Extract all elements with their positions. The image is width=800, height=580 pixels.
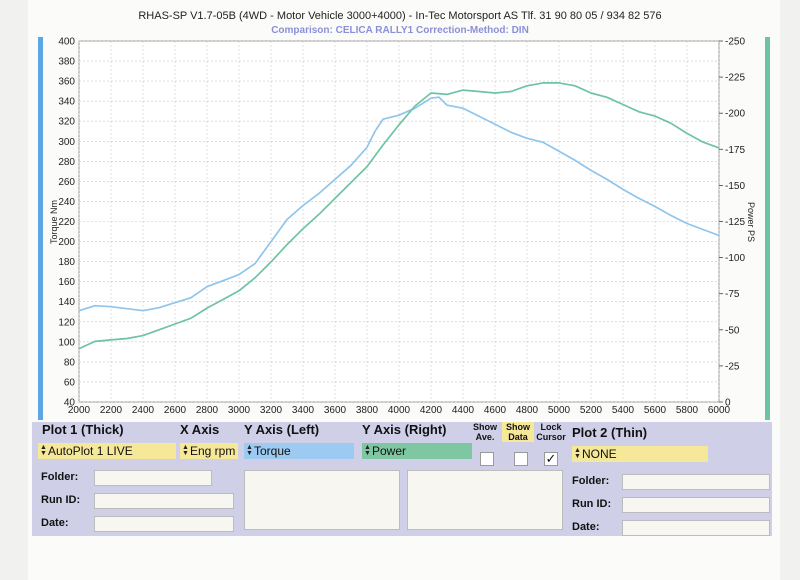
y-tick-label: 400	[58, 37, 75, 48]
show-ave-label: Show Ave.	[473, 422, 497, 442]
yright-value: Power	[372, 444, 407, 458]
x-tick-label: 2200	[100, 405, 123, 416]
y2-tick-label: -200	[725, 109, 745, 120]
spinner-icon: ▲ ▼	[40, 444, 47, 457]
folder2-label: Folder:	[572, 475, 610, 487]
y-tick-label: 260	[58, 177, 75, 188]
plot2-title: Plot 2 (Thin)	[572, 425, 648, 440]
plot2-value: NONE	[582, 447, 617, 461]
x-tick-label: 5800	[676, 405, 699, 416]
x-tick-label: 3800	[356, 405, 379, 416]
spinner-icon: ▲ ▼	[182, 444, 189, 457]
x-tick-label: 4800	[516, 405, 539, 416]
lock-cursor-checkbox[interactable]: ✓	[544, 452, 558, 466]
x-tick-label: 5600	[644, 405, 667, 416]
left-axis-color-bar	[38, 37, 43, 420]
y-tick-label: 320	[58, 117, 75, 128]
y-tick-label: 340	[58, 97, 75, 108]
x-tick-label: 3600	[324, 405, 347, 416]
right-axis-color-bar	[765, 37, 770, 420]
y-tick-label: 220	[58, 217, 75, 228]
x-tick-label: 2400	[132, 405, 155, 416]
y-tick-label: 40	[64, 398, 76, 409]
date2-label: Date:	[572, 521, 600, 533]
y-tick-label: 60	[64, 377, 76, 388]
y-tick-label: 140	[58, 297, 75, 308]
xaxis-title: X Axis	[180, 422, 220, 437]
plot1-select[interactable]: ▲ ▼ AutoPlot 1 LIVE	[38, 443, 176, 459]
y2-tick-label: -25	[725, 361, 740, 372]
y2-tick-label: -250	[725, 37, 745, 48]
dyno-chart: 2000 2200 2400 2600 2800 3000 3200 3400 3600 3800…	[38, 37, 770, 420]
x-tick-label: 4600	[484, 405, 507, 416]
y-tick-label: 160	[58, 277, 75, 288]
runid-label: Run ID:	[41, 494, 81, 506]
lock-cursor-label: Lock Cursor	[536, 422, 566, 442]
xaxis-select[interactable]: ▲ ▼ Eng rpm	[180, 443, 238, 459]
date-label: Date:	[41, 517, 69, 529]
y2-axis-label: Power PS	[746, 202, 756, 242]
date2-field[interactable]	[622, 520, 770, 536]
y-tick-label: 120	[58, 317, 75, 328]
y-tick-label: 80	[64, 357, 76, 368]
y-tick-label: 300	[58, 137, 75, 148]
x-tick-label: 3400	[292, 405, 315, 416]
x-tick-label: 5000	[548, 405, 571, 416]
y-tick-label: 280	[58, 157, 75, 168]
x-tick-label: 3200	[260, 405, 283, 416]
y2-tick-label: -150	[725, 181, 745, 192]
yleft-value: Torque	[254, 444, 291, 458]
plot1-value: AutoPlot 1 LIVE	[48, 444, 133, 458]
y-tick-label: 180	[58, 257, 75, 268]
x-tick-label: 2800	[196, 405, 219, 416]
folder-label: Folder:	[41, 471, 79, 483]
notes-box-2[interactable]	[407, 470, 563, 530]
x-tick-label: 3000	[228, 405, 251, 416]
show-data-checkbox[interactable]	[514, 452, 528, 466]
yleft-title: Y Axis (Left)	[244, 422, 320, 437]
y2-tick-label: 0	[725, 398, 731, 409]
x-tick-label: 4000	[388, 405, 411, 416]
y2-tick-label: -100	[725, 253, 745, 264]
yleft-select[interactable]: ▲ ▼ Torque	[244, 443, 354, 459]
y-tick-label: 100	[58, 337, 75, 348]
y-tick-label: 360	[58, 77, 75, 88]
folder2-field[interactable]	[622, 474, 770, 490]
y-tick-label: 200	[58, 237, 75, 248]
runid-field[interactable]	[94, 493, 234, 509]
y2-tick-label: -50	[725, 325, 740, 336]
y2-tick-label: -225	[725, 73, 745, 84]
y2-tick-label: -125	[725, 217, 745, 228]
x-tick-label: 5200	[580, 405, 603, 416]
folder-field[interactable]	[94, 470, 212, 486]
x-tick-label: 2600	[164, 405, 187, 416]
notes-box-1[interactable]	[244, 470, 400, 530]
plot1-title: Plot 1 (Thick)	[42, 422, 124, 437]
y-tick-label: 380	[58, 57, 75, 68]
date-field[interactable]	[94, 516, 234, 532]
control-panel: Plot 1 (Thick) X Axis Y Axis (Left) Y Ax…	[32, 422, 772, 536]
x-tick-label: 4200	[420, 405, 443, 416]
yright-select[interactable]: ▲ ▼ Power	[362, 443, 472, 459]
spinner-icon: ▲ ▼	[246, 444, 253, 457]
x-tick-label: 5400	[612, 405, 635, 416]
y-axis-label: Torque Nm	[49, 200, 59, 244]
x-tick-label: 4400	[452, 405, 475, 416]
y2-tick-label: -75	[725, 289, 740, 300]
spinner-icon: ▲ ▼	[574, 447, 581, 460]
y-tick-label: 240	[58, 197, 75, 208]
xaxis-value: Eng rpm	[190, 444, 236, 458]
show-data-label: Show Data	[502, 422, 534, 442]
runid2-field[interactable]	[622, 497, 770, 513]
yright-title: Y Axis (Right)	[362, 422, 447, 437]
show-ave-checkbox[interactable]	[480, 452, 494, 466]
spinner-icon: ▲ ▼	[364, 444, 371, 457]
y2-tick-label: -175	[725, 145, 745, 156]
plot2-select[interactable]: ▲ ▼ NONE	[572, 446, 708, 462]
runid2-label: Run ID:	[572, 498, 612, 510]
